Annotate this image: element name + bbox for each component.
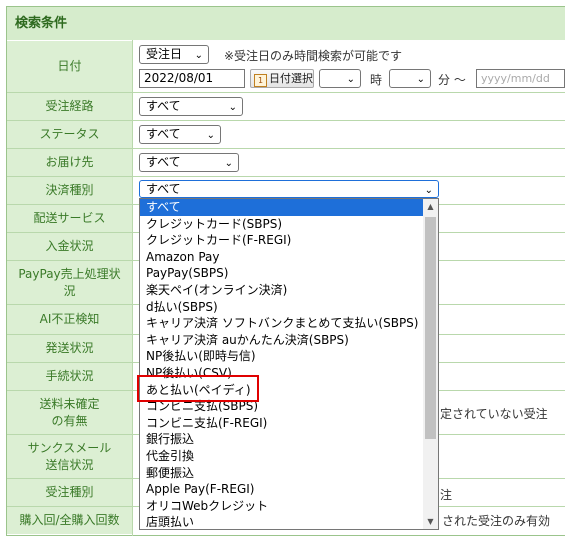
label-ai-fraud: AI不正検知 (7, 305, 132, 334)
payment-option[interactable]: NP後払い(即時与信) (140, 348, 438, 365)
route-value: すべて (146, 99, 181, 113)
payment-select[interactable]: すべて ⌄ (139, 180, 439, 198)
row-divider (7, 92, 565, 93)
chevron-down-icon: ⌄ (346, 74, 355, 85)
payment-option[interactable]: 店頭払い (140, 514, 438, 529)
payment-option[interactable]: キャリア決済 ソフトバンクまとめて支払い(SBPS) (140, 315, 438, 332)
payment-option[interactable]: キャリア決済 auかんたん決済(SBPS) (140, 332, 438, 349)
order-type-text: 注 (440, 488, 453, 502)
calendar-icon: 1 (254, 74, 267, 87)
label-payment: 決済種別 (7, 177, 132, 204)
status-select[interactable]: すべて ⌄ (139, 125, 221, 144)
chevron-down-icon: ⌄ (416, 74, 425, 85)
chevron-down-icon: ⌄ (228, 102, 237, 113)
payment-option[interactable]: クレジットカード(SBPS) (140, 216, 438, 233)
label-procedure: 手続状況 (7, 363, 132, 390)
date-type-select[interactable]: 受注日 ⌄ (139, 45, 209, 64)
label-delivery-service: 配送サービス (7, 205, 132, 232)
chevron-down-icon: ⌄ (206, 130, 215, 141)
minute-unit: 分 ～ (438, 73, 466, 87)
payment-dropdown-list[interactable]: すべて クレジットカード(SBPS) クレジットカード(F-REGI) Amazon … (139, 198, 439, 530)
hour-select[interactable]: ⌄ (319, 69, 361, 88)
payment-value: すべて (146, 182, 181, 196)
payment-option[interactable]: 郵便振込 (140, 465, 438, 482)
payment-option[interactable]: PayPay(SBPS) (140, 265, 438, 282)
section-title: 検索条件 (7, 7, 565, 40)
delivery-value: すべて (146, 155, 181, 169)
row-divider (7, 148, 565, 149)
payment-option[interactable]: 楽天ペイ(オンライン決済) (140, 282, 438, 299)
date-end-input[interactable]: yyyy/mm/dd (476, 69, 565, 88)
payment-options: すべて クレジットカード(SBPS) クレジットカード(F-REGI) Amazon … (140, 199, 438, 529)
label-shipping: 発送状況 (7, 335, 132, 362)
column-divider (132, 40, 133, 536)
label-route: 受注経路 (7, 93, 132, 120)
payment-option[interactable]: Amazon Pay (140, 249, 438, 266)
chevron-down-icon: ⌄ (224, 158, 233, 169)
label-paypay: PayPay売上処理状況 (7, 261, 132, 304)
shipping-unconfirmed-text: 定されていない受注 (440, 407, 548, 421)
date-type-value: 受注日 (146, 47, 183, 61)
payment-option[interactable]: 代金引換 (140, 448, 438, 465)
label-order-type: 受注種別 (7, 479, 132, 506)
payment-option[interactable]: オリコWebクレジット (140, 498, 438, 515)
label-date: 日付 (7, 41, 132, 92)
row-divider (7, 120, 565, 121)
row-divider (7, 176, 565, 177)
date-start-input[interactable]: 2022/08/01 (139, 69, 245, 88)
delivery-select[interactable]: すべて ⌄ (139, 153, 239, 172)
dropdown-scrollbar[interactable]: ▲ ▼ (423, 199, 438, 529)
payment-option[interactable]: コンビニ支払(F-REGI) (140, 415, 438, 432)
payment-option[interactable]: すべて (140, 199, 438, 216)
label-deposit: 入金状況 (7, 233, 132, 260)
payment-option[interactable]: d払い(SBPS) (140, 299, 438, 316)
scroll-up-icon[interactable]: ▲ (423, 199, 438, 214)
label-delivery: お届け先 (7, 149, 132, 176)
scrollbar-thumb[interactable] (425, 217, 436, 439)
status-value: すべて (146, 127, 181, 141)
purchase-count-text: された受注のみ有効 (442, 514, 551, 528)
label-purchase-count: 購入回/全購入回数 (7, 507, 132, 534)
route-select[interactable]: すべて ⌄ (139, 97, 243, 116)
label-shipping-unconfirmed: 送料未確定の有無 (7, 391, 132, 434)
scroll-down-icon[interactable]: ▼ (423, 514, 438, 529)
calendar-button[interactable]: 1 日付選択 (250, 69, 314, 88)
hour-unit: 時 (370, 73, 383, 87)
date-note: ※受注日のみ時間検索が可能です (224, 49, 403, 63)
chevron-down-icon: ⌄ (194, 50, 203, 61)
calendar-button-label: 日付選択 (269, 72, 313, 85)
chevron-down-icon: ⌄ (424, 185, 433, 196)
label-thanks-mail: サンクスメール送信状況 (7, 435, 132, 478)
payment-option[interactable]: クレジットカード(F-REGI) (140, 232, 438, 249)
minute-select[interactable]: ⌄ (389, 69, 431, 88)
payment-option[interactable]: 銀行振込 (140, 431, 438, 448)
payment-option[interactable]: Apple Pay(F-REGI) (140, 481, 438, 498)
label-status: ステータス (7, 121, 132, 148)
highlight-annotation-box (137, 375, 259, 402)
